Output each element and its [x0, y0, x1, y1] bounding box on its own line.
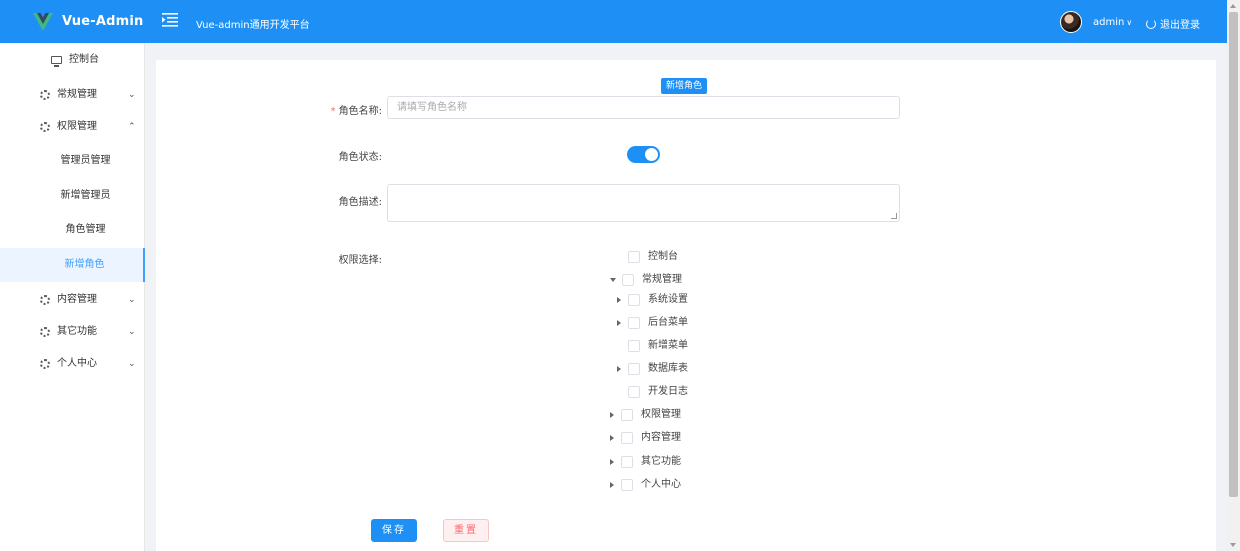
chevron-down-icon: ⌄ — [128, 90, 136, 100]
sidebar-item-label: 权限管理 — [57, 121, 97, 132]
sidebar-sub-role-list[interactable]: 角色管理 — [0, 213, 145, 247]
chevron-down-icon: ∨ — [1126, 18, 1133, 27]
page-scrollbar[interactable] — [1227, 0, 1240, 551]
sidebar-sub-add-role[interactable]: 新增角色 — [0, 248, 145, 282]
scroll-up-arrow-icon[interactable] — [1230, 4, 1236, 8]
role-status-switch[interactable] — [627, 146, 660, 163]
vue-logo-icon[interactable] — [33, 13, 53, 31]
tree-checkbox[interactable] — [628, 317, 640, 329]
sidebar-item-label: 内容管理 — [57, 294, 97, 305]
sidebar-item-content[interactable]: 内容管理 ⌄ — [0, 284, 145, 316]
user-avatar[interactable] — [1060, 11, 1082, 33]
sidebar-item-label: 控制台 — [69, 54, 99, 65]
user-name: admin — [1093, 17, 1125, 28]
tree-node-label: 权限管理 — [641, 409, 681, 420]
gear-icon — [40, 90, 50, 100]
role-name-label: * 角色名称: — [312, 102, 382, 117]
gear-icon — [40, 359, 50, 369]
tree-node-label: 常规管理 — [642, 274, 682, 285]
tree-node-label: 内容管理 — [641, 432, 681, 443]
chevron-down-icon: ⌄ — [128, 327, 136, 337]
tree-checkbox[interactable] — [628, 251, 640, 263]
app-title: Vue-admin通用开发平台 — [196, 20, 310, 31]
tree-checkbox[interactable] — [621, 456, 633, 468]
caret-right-icon[interactable] — [617, 297, 621, 303]
caret-right-icon[interactable] — [610, 482, 614, 488]
top-header: Vue-Admin Vue-admin通用开发平台 admin ∨ 退出登录 — [0, 0, 1227, 43]
logout-label: 退出登录 — [1160, 20, 1200, 31]
brand-name[interactable]: Vue-Admin — [62, 14, 144, 29]
tree-node-label: 其它功能 — [641, 456, 681, 467]
resize-grip-icon[interactable] — [891, 213, 897, 219]
chevron-down-icon: ⌄ — [128, 295, 136, 305]
reset-button[interactable]: 重置 — [443, 519, 489, 542]
gear-icon — [40, 327, 50, 337]
gear-icon — [40, 295, 50, 305]
tree-node-label: 开发日志 — [648, 386, 688, 397]
caret-right-icon[interactable] — [617, 366, 621, 372]
tree-checkbox[interactable] — [628, 386, 640, 398]
role-name-label-text: 角色名称: — [338, 106, 382, 117]
caret-right-icon[interactable] — [610, 435, 614, 441]
caret-right-icon[interactable] — [610, 459, 614, 465]
tree-node-label: 系统设置 — [648, 294, 688, 305]
chevron-up-icon: ⌃ — [128, 122, 136, 132]
scroll-thumb[interactable] — [1229, 12, 1238, 497]
monitor-icon — [51, 56, 62, 67]
sidebar-item-other[interactable]: 其它功能 ⌄ — [0, 316, 145, 348]
form-title-tag: 新增角色 — [661, 78, 708, 94]
caret-right-icon[interactable] — [610, 412, 614, 418]
sidebar-item-dashboard[interactable]: 控制台 — [0, 44, 145, 76]
sidebar-item-label: 个人中心 — [57, 358, 97, 369]
caret-down-icon[interactable] — [610, 278, 616, 282]
tree-checkbox[interactable] — [622, 274, 634, 286]
required-mark: * — [330, 106, 336, 117]
sidebar-item-label: 常规管理 — [57, 89, 97, 100]
sidebar-item-permissions[interactable]: 权限管理 ⌃ — [0, 111, 145, 143]
tree-node-label: 数据库表 — [648, 363, 688, 374]
gear-icon — [40, 122, 50, 132]
tree-checkbox[interactable] — [621, 479, 633, 491]
sidebar-item-label: 其它功能 — [57, 326, 97, 337]
role-desc-textarea[interactable] — [387, 184, 900, 222]
tree-node-label: 控制台 — [648, 251, 678, 262]
permission-label: 权限选择: — [338, 255, 382, 266]
tree-checkbox[interactable] — [628, 340, 640, 352]
sidebar-sub-admin-list[interactable]: 管理员管理 — [0, 144, 145, 178]
sidebar-item-profile[interactable]: 个人中心 ⌄ — [0, 348, 145, 380]
role-status-label: 角色状态: — [338, 152, 382, 163]
sidebar-item-general[interactable]: 常规管理 ⌄ — [0, 79, 145, 111]
tree-checkbox[interactable] — [628, 363, 640, 375]
menu-toggle-icon[interactable] — [162, 13, 178, 27]
caret-right-icon[interactable] — [617, 320, 621, 326]
tree-checkbox[interactable] — [621, 409, 633, 421]
save-button[interactable]: 保存 — [371, 519, 417, 542]
power-icon — [1146, 19, 1156, 29]
scroll-down-arrow-icon[interactable] — [1230, 543, 1236, 547]
role-desc-label: 角色描述: — [338, 197, 382, 208]
tree-checkbox[interactable] — [621, 432, 633, 444]
tree-node-label: 后台菜单 — [648, 317, 688, 328]
logout-button[interactable]: 退出登录 — [1146, 16, 1200, 31]
role-name-input[interactable]: 请填写角色名称 — [387, 96, 900, 119]
sidebar-sub-add-admin[interactable]: 新增管理员 — [0, 179, 145, 213]
sidebar: 控制台 常规管理 ⌄ 权限管理 ⌃ 管理员管理 新增管理员 角色管理 新增角色 … — [0, 43, 145, 551]
tree-checkbox[interactable] — [628, 294, 640, 306]
switch-knob — [645, 148, 658, 161]
chevron-down-icon: ⌄ — [128, 359, 136, 369]
tree-node-label: 新增菜单 — [648, 340, 688, 351]
user-menu[interactable]: admin ∨ — [1093, 17, 1132, 28]
tree-node-label: 个人中心 — [641, 479, 681, 490]
